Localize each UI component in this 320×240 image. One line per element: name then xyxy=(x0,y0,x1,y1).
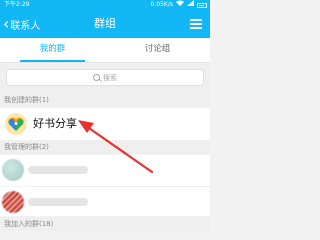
redacted-group-name xyxy=(28,198,88,206)
redacted-group-name xyxy=(28,166,88,174)
app-screen: 下午2:29 0.05K/s ‹ 联系人 群组 我的群 讨论组 搜索 我创建的群… xyxy=(0,0,210,232)
section-joined-groups[interactable]: 我加入的群(18) xyxy=(0,217,210,231)
wifi-icon xyxy=(176,0,184,10)
battery-icon xyxy=(197,2,207,8)
tab-bar: 我的群 讨论组 xyxy=(0,38,210,63)
section-created-groups[interactable]: 我创建的群(1) xyxy=(0,93,210,107)
group-row-haoshu[interactable]: 好书分享 xyxy=(0,108,210,140)
managed-group-row[interactable] xyxy=(0,187,210,216)
group-avatar xyxy=(2,159,24,181)
tab-discussion-groups[interactable]: 讨论组 xyxy=(105,38,210,62)
title-bar: ‹ 联系人 群组 xyxy=(0,10,210,38)
signal-icon xyxy=(187,0,194,10)
section-managed-groups[interactable]: 我管理的群(2) xyxy=(0,140,210,154)
group-name: 好书分享 xyxy=(33,117,77,130)
managed-group-row[interactable] xyxy=(0,155,210,186)
colorful-heart-icon xyxy=(5,113,27,135)
status-bar: 下午2:29 0.05K/s xyxy=(0,0,210,10)
group-avatar xyxy=(2,191,24,213)
search-area: 搜索 xyxy=(0,64,210,92)
back-label: 联系人 xyxy=(10,20,41,32)
search-input[interactable]: 搜索 xyxy=(6,69,204,86)
status-indicators: 0.05K/s xyxy=(151,0,207,10)
back-button[interactable]: ‹ 联系人 xyxy=(3,15,40,33)
menu-icon[interactable] xyxy=(190,19,202,29)
status-time: 下午2:29 xyxy=(4,1,30,8)
search-icon xyxy=(93,74,100,81)
search-placeholder: 搜索 xyxy=(103,73,117,82)
tab-my-groups[interactable]: 我的群 xyxy=(0,38,105,62)
chevron-left-icon: ‹ xyxy=(3,14,10,33)
network-speed: 0.05K/s xyxy=(150,1,173,8)
